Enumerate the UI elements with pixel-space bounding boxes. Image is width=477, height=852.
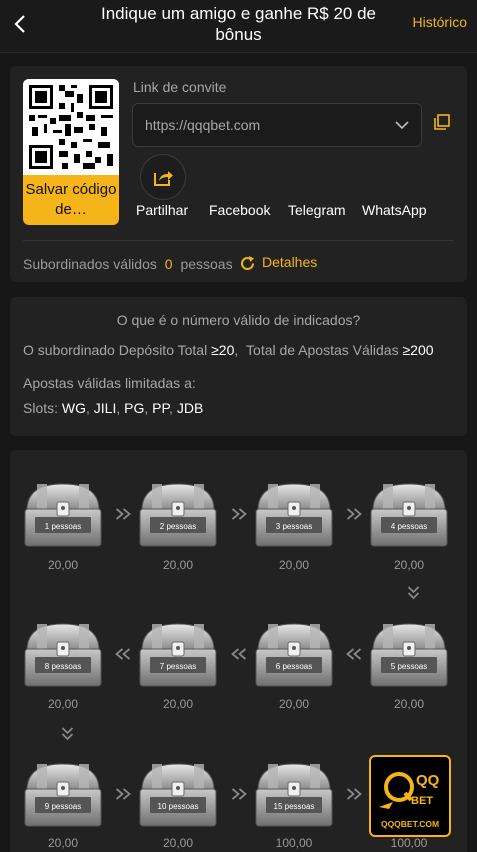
arrow-down-icon [58, 727, 78, 741]
arrow-left-icon [113, 647, 133, 661]
share-button[interactable] [140, 154, 186, 200]
invite-card: Salvar código de… Link de convite https:… [10, 66, 467, 282]
slot-provider: PP [152, 400, 170, 416]
arrow-right-icon [229, 507, 249, 521]
slots-label: Slots: [23, 400, 59, 416]
share-option-facebook[interactable]: Facebook [209, 202, 270, 218]
reward-chest-label: 15 pessoas [273, 802, 315, 811]
reward-chest[interactable]: 10 pessoas [138, 760, 218, 828]
reward-amount: 20,00 [47, 697, 79, 711]
bets-min-value: ≥200 [402, 342, 434, 358]
reward-chest[interactable]: 3 pessoas [254, 480, 334, 548]
deposit-min-value: ≥20 [211, 342, 235, 358]
reward-chest[interactable]: 2 pessoas [138, 480, 218, 548]
save-qr-label: Salvar código de… [25, 181, 117, 218]
reward-chest-label: 7 pessoas [159, 662, 197, 671]
reward-chest-label: 6 pessoas [275, 662, 313, 671]
reward-chest-label: 10 pessoas [157, 802, 199, 811]
save-qr-button[interactable]: Salvar código de… [23, 79, 119, 225]
top-bar: Indique um amigo e ganhe R$ 20 de bônus … [0, 0, 477, 53]
arrow-right-icon [229, 787, 249, 801]
invite-link-label: Link de convite [133, 79, 227, 95]
reward-amount: 20,00 [278, 697, 310, 711]
details-label: Detalhes [262, 254, 318, 270]
reward-amount: 20,00 [162, 558, 194, 572]
slot-provider: WG [61, 400, 87, 416]
reward-amount: 20,00 [47, 836, 79, 850]
share-option-partilhar[interactable]: Partilhar [136, 202, 188, 218]
reward-chest-label: 4 pessoas [390, 522, 428, 531]
history-link[interactable]: Histórico [413, 14, 467, 30]
reward-chest-label: 8 pessoas [44, 662, 82, 671]
invite-link-value: https://qqqbet.com [145, 117, 261, 133]
share-icon [154, 171, 173, 186]
rewards-card: QQ BET QQQBET.COM 1 pessoas 20,00 2 pess… [10, 450, 467, 852]
divider [23, 240, 454, 241]
requirement-text: O subordinado Depósito Total ≥20, Total … [23, 342, 434, 358]
chevron-down-icon[interactable] [393, 116, 411, 134]
invite-link-field[interactable]: https://qqqbet.com [132, 103, 422, 147]
qr-code-image [23, 79, 119, 175]
reward-amount: 100,00 [390, 836, 428, 850]
share-option-whatsapp[interactable]: WhatsApp [362, 202, 427, 218]
subordinates-count: 0 [164, 256, 173, 272]
arrow-right-icon [344, 507, 364, 521]
reward-chest[interactable]: 5 pessoas [369, 620, 449, 688]
reward-chest-label: 9 pessoas [44, 802, 82, 811]
svg-text:QQQBET.COM: QQQBET.COM [381, 819, 439, 829]
back-arrow-icon[interactable] [10, 13, 32, 35]
slot-provider: JDB [176, 400, 204, 416]
reward-amount: 20,00 [162, 836, 194, 850]
reward-amount: 20,00 [393, 558, 425, 572]
reward-chest-label: 5 pessoas [390, 662, 428, 671]
subordinates-unit: pessoas [180, 256, 233, 272]
arrow-left-icon [344, 647, 364, 661]
arrow-left-icon [229, 647, 249, 661]
reward-amount: 20,00 [278, 558, 310, 572]
arrow-down-icon [404, 586, 424, 600]
share-option-telegram[interactable]: Telegram [288, 202, 346, 218]
reward-chest[interactable]: 8 pessoas [23, 620, 103, 688]
slot-provider: PG [124, 400, 145, 416]
reward-chest[interactable]: 4 pessoas [369, 480, 449, 548]
arrow-right-icon [113, 507, 133, 521]
reward-chest[interactable]: 6 pessoas [254, 620, 334, 688]
slots-list: Slots: WG, JILI, PG, PP, JDB [23, 400, 204, 416]
reward-amount: 100,00 [275, 836, 313, 850]
deposit-requirement-label: O subordinado Depósito Total [23, 342, 208, 358]
arrow-right-icon [113, 787, 133, 801]
reward-chest[interactable]: 9 pessoas [23, 760, 103, 828]
reward-amount: 20,00 [393, 697, 425, 711]
svg-text:QQ: QQ [416, 772, 440, 789]
slot-provider: JILI [93, 400, 117, 416]
rules-title: O que é o número válido de indicados? [116, 312, 361, 328]
reward-chest[interactable]: 1 pessoas [23, 480, 103, 548]
arrow-right-icon [344, 787, 364, 801]
subordinates-summary: Subordinados válidos 0 pessoas [23, 256, 233, 272]
reward-amount: 20,00 [47, 558, 79, 572]
reward-chest-label: 1 pessoas [44, 522, 82, 531]
svg-text:BET: BET [411, 795, 433, 807]
reward-chest-label: 2 pessoas [159, 522, 197, 531]
details-link[interactable]: Detalhes [239, 254, 317, 272]
refresh-icon [241, 255, 254, 270]
reward-chest-label: 3 pessoas [275, 522, 313, 531]
reward-amount: 20,00 [162, 697, 194, 711]
page-title: Indique um amigo e ganhe R$ 20 de bônus [100, 4, 377, 44]
bets-requirement-label: Total de Apostas Válidas [246, 342, 399, 358]
reward-chest[interactable]: 7 pessoas [138, 620, 218, 688]
brand-logo: QQ BET QQQBET.COM [369, 755, 451, 837]
subordinates-label: Subordinados válidos [23, 256, 157, 272]
qqbet-logo-icon: QQ BET QQQBET.COM [379, 772, 440, 829]
copy-icon[interactable] [434, 114, 450, 130]
limited-label: Apostas válidas limitadas a: [23, 375, 196, 391]
reward-chest[interactable]: 15 pessoas [254, 760, 334, 828]
rules-card: O que é o número válido de indicados? O … [10, 297, 467, 436]
